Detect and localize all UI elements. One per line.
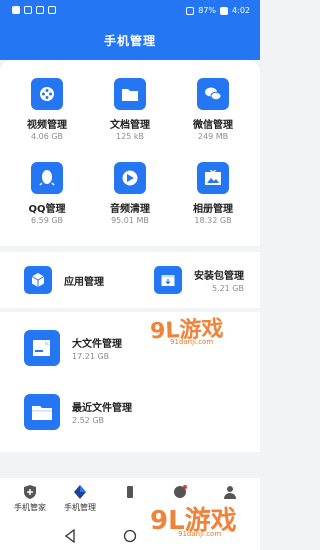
watermark-site: 91danji.com <box>178 530 222 538</box>
tile-size: 125 kB <box>116 132 144 141</box>
large-files-item[interactable]: 大文件管理 17.21 GB <box>24 330 122 366</box>
wechat-icon <box>197 78 229 110</box>
clock: 4:02 <box>232 6 250 15</box>
app-manage-item[interactable]: 应用管理 <box>24 266 104 294</box>
tile-video[interactable]: 视频管理 4.06 GB <box>4 78 90 141</box>
battery-level: 87% <box>198 6 217 15</box>
tile-size: 249 MB <box>197 132 229 141</box>
notification-icon <box>48 6 56 14</box>
tile-wechat[interactable]: 微信管理 249 MB <box>170 78 256 141</box>
tile-size: 18.32 GB <box>194 216 232 225</box>
package-icon <box>154 266 182 294</box>
home-icon[interactable] <box>123 529 137 543</box>
tile-size: 4.06 GB <box>30 132 64 141</box>
tile-label: 文档管理 <box>110 120 150 131</box>
location-icon <box>186 6 195 15</box>
tile-qq[interactable]: QQ管理 6.59 GB <box>4 162 90 225</box>
installer-size: 5.21 GB <box>211 284 244 293</box>
watermark-site: 91danji.com <box>170 338 214 346</box>
folder-icon <box>114 78 146 110</box>
category-grid: 视频管理 4.06 GB 文档管理 125 kB 微信管理 249 MB QQ管… <box>0 60 260 246</box>
tile-label: 音频清理 <box>110 204 150 215</box>
file-icon <box>24 330 60 366</box>
shield-icon <box>22 484 38 500</box>
battery-nav-icon <box>122 484 138 500</box>
tile-size: 6.59 GB <box>30 216 64 225</box>
installer-item[interactable]: 安装包管理 5.21 GB <box>154 266 244 294</box>
wifi-icon <box>24 6 32 14</box>
tile-audio[interactable]: 音频清理 95.01 MB <box>87 162 173 225</box>
tile-label: 相册管理 <box>193 204 233 215</box>
back-icon[interactable] <box>64 529 76 543</box>
app-manage-label: 应用管理 <box>64 276 104 288</box>
status-icons-left <box>12 6 56 14</box>
status-bar: 87% 4:02 <box>0 0 260 22</box>
video-icon <box>31 78 63 110</box>
signal-icon <box>12 6 20 14</box>
nav-profile[interactable] <box>200 484 260 500</box>
qq-icon <box>31 162 63 194</box>
tile-label: 微信管理 <box>193 120 233 131</box>
recent-files-size: 2.52 GB <box>72 416 105 425</box>
user-icon <box>222 484 238 500</box>
tile-label: QQ管理 <box>28 204 66 215</box>
apps-card: 应用管理 安装包管理 5.21 GB <box>0 252 260 308</box>
tile-documents[interactable]: 文档管理 125 kB <box>87 78 173 141</box>
large-files-label: 大文件管理 <box>72 339 122 350</box>
large-files-text: 大文件管理 17.21 GB <box>72 335 122 361</box>
nav-label: 手机管理 <box>64 503 96 512</box>
installer-text: 安装包管理 5.21 GB <box>194 267 244 293</box>
large-files-size: 17.21 GB <box>72 352 110 361</box>
cube-icon <box>24 266 52 294</box>
tile-size: 95.01 MB <box>111 216 149 225</box>
audio-icon <box>114 162 146 194</box>
page-title: 手机管理 <box>103 34 156 48</box>
tile-label: 视频管理 <box>27 120 67 131</box>
battery-icon <box>220 6 229 15</box>
installer-label: 安装包管理 <box>194 271 244 282</box>
folder-icon <box>24 394 60 430</box>
recent-files-item[interactable]: 最近文件管理 2.52 GB <box>24 394 132 430</box>
app-header: 87% 4:02 手机管理 <box>0 0 260 60</box>
manage-icon <box>72 484 88 500</box>
tools-icon <box>172 484 188 500</box>
recent-files-text: 最近文件管理 2.52 GB <box>72 399 132 425</box>
recent-files-label: 最近文件管理 <box>72 403 132 414</box>
status-icons-right: 87% 4:02 <box>186 6 250 15</box>
notification-icon <box>36 6 44 14</box>
tile-album[interactable]: 相册管理 18.32 GB <box>170 162 256 225</box>
album-icon <box>197 162 229 194</box>
